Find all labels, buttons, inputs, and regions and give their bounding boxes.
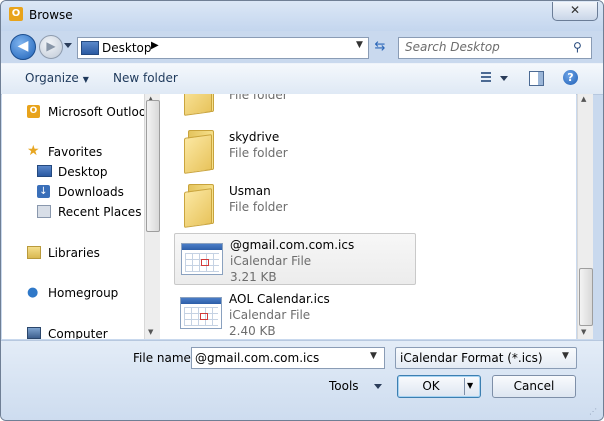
search-input[interactable] bbox=[405, 40, 565, 54]
chevron-down-icon: ▼ bbox=[562, 351, 569, 361]
arrow-right-icon: ▶ bbox=[46, 39, 56, 53]
star-icon: ★ bbox=[27, 143, 40, 159]
folder-icon bbox=[184, 184, 218, 228]
breadcrumb-chevron-icon[interactable]: ▶ bbox=[151, 40, 159, 51]
file-type: iCalendar File bbox=[230, 254, 312, 268]
search-icon[interactable]: ⚲ bbox=[573, 40, 582, 54]
navigation-bar: ◀ ▶ Desktop ▶ ▼ ⇆ ⚲ bbox=[1, 31, 603, 61]
split-divider bbox=[464, 378, 465, 395]
sidebar-item-label: Downloads bbox=[58, 185, 124, 199]
new-folder-button[interactable]: New folder bbox=[113, 71, 178, 85]
file-type: File folder bbox=[229, 200, 288, 214]
refresh-icon: ⇆ bbox=[374, 39, 386, 54]
chevron-down-icon: ▼ bbox=[82, 75, 89, 84]
dialog-footer: File name: ▼ iCalendar Format (*.ics) ▼ … bbox=[1, 340, 603, 420]
file-name-combobox[interactable]: ▼ bbox=[191, 347, 385, 369]
sidebar-item-label: Microsoft Outlook bbox=[48, 105, 144, 119]
organize-label: Organize bbox=[25, 71, 79, 85]
resize-grip-icon[interactable]: ⋰ bbox=[589, 407, 597, 416]
tools-dropdown-icon[interactable] bbox=[374, 384, 382, 389]
file-size: 3.21 KB bbox=[230, 270, 277, 284]
list-item[interactable]: skydrive File folder bbox=[174, 126, 414, 176]
list-item[interactable]: Usman File folder bbox=[174, 180, 414, 230]
sidebar-item-label: Homegroup bbox=[48, 286, 119, 300]
sidebar-item-label: Computer bbox=[48, 327, 108, 339]
folder-icon bbox=[184, 94, 218, 116]
list-item-selected[interactable]: @gmail.com.com.ics iCalendar File 3.21 K… bbox=[174, 233, 416, 285]
homegroup-icon: ● bbox=[27, 285, 39, 300]
tools-button[interactable]: Tools bbox=[329, 379, 359, 393]
browse-dialog: O Browse ✕ ◀ ▶ Desktop ▶ ▼ ⇆ ⚲ Organize▼… bbox=[0, 0, 604, 421]
libraries-icon bbox=[27, 246, 41, 259]
sidebar-item-label: Libraries bbox=[48, 246, 100, 260]
forward-button[interactable]: ▶ bbox=[39, 35, 63, 59]
file-type-filter-value: iCalendar Format (*.ics) bbox=[400, 351, 543, 365]
file-type: iCalendar File bbox=[229, 308, 311, 322]
arrow-left-icon: ◀ bbox=[17, 38, 29, 54]
organize-button[interactable]: Organize ▼ bbox=[25, 71, 89, 85]
file-type-filter-select[interactable]: iCalendar Format (*.ics) ▼ bbox=[395, 347, 577, 369]
list-item[interactable]: File folder bbox=[174, 94, 414, 118]
address-breadcrumb-desktop[interactable]: Desktop bbox=[102, 41, 152, 55]
sidebar-item-label: Desktop bbox=[58, 165, 108, 179]
file-size: 2.40 KB bbox=[229, 324, 276, 338]
recent-pages-dropdown[interactable] bbox=[64, 43, 72, 48]
close-button[interactable]: ✕ bbox=[552, 2, 598, 21]
sidebar-item-label: Favorites bbox=[48, 145, 103, 159]
address-bar[interactable]: Desktop ▶ ▼ bbox=[77, 37, 369, 59]
change-view-icon[interactable] bbox=[476, 70, 492, 86]
outlook-icon: O bbox=[27, 105, 40, 118]
ok-label: OK bbox=[422, 379, 440, 393]
scrollbar-thumb[interactable] bbox=[146, 100, 160, 232]
title-bar: O Browse ✕ bbox=[1, 1, 603, 31]
desktop-icon bbox=[37, 165, 52, 177]
view-options-dropdown[interactable] bbox=[500, 76, 508, 81]
back-button[interactable]: ◀ bbox=[10, 34, 36, 60]
outlook-app-icon: O bbox=[9, 7, 23, 21]
navigation-pane: O Microsoft Outlook ★ Favorites Desktop … bbox=[2, 94, 144, 339]
calendar-file-icon bbox=[180, 297, 222, 329]
downloads-icon: ↓ bbox=[37, 185, 50, 198]
desktop-icon bbox=[81, 41, 99, 55]
computer-icon bbox=[27, 327, 41, 339]
calendar-file-icon bbox=[181, 243, 223, 275]
preview-pane-icon[interactable] bbox=[529, 71, 544, 86]
list-item[interactable]: AOL Calendar.ics iCalendar File 2.40 KB bbox=[174, 288, 414, 338]
search-box[interactable]: ⚲ bbox=[398, 37, 592, 59]
help-button[interactable]: ? bbox=[563, 70, 578, 85]
chevron-down-icon[interactable]: ▼ bbox=[370, 351, 377, 361]
scroll-up-icon[interactable]: ▲ bbox=[581, 95, 586, 103]
file-type: File folder bbox=[229, 94, 288, 102]
navigation-pane-scrollbar[interactable]: ▲ ▼ bbox=[144, 94, 160, 339]
file-name-input[interactable] bbox=[195, 350, 365, 365]
cancel-button[interactable]: Cancel bbox=[492, 375, 576, 398]
file-name: Usman bbox=[229, 184, 271, 198]
scrollbar-thumb[interactable] bbox=[579, 268, 593, 326]
refresh-button[interactable]: ⇆ bbox=[370, 37, 390, 57]
file-name: skydrive bbox=[229, 130, 280, 144]
scroll-down-icon[interactable]: ▼ bbox=[581, 328, 586, 336]
file-list: File folder skydrive File folder Usman F… bbox=[160, 94, 576, 339]
sidebar-item-label: Recent Places bbox=[58, 205, 142, 219]
file-type: File folder bbox=[229, 146, 288, 160]
chevron-down-icon[interactable]: ▼ bbox=[467, 376, 473, 396]
ok-button[interactable]: OK ▼ bbox=[397, 375, 481, 398]
file-list-scrollbar[interactable]: ▲ ▼ bbox=[577, 94, 593, 339]
file-name: AOL Calendar.ics bbox=[229, 292, 330, 306]
address-dropdown-icon[interactable]: ▼ bbox=[356, 40, 363, 50]
window-title: Browse bbox=[29, 8, 73, 22]
file-name: @gmail.com.com.ics bbox=[230, 238, 355, 252]
scroll-down-icon[interactable]: ▼ bbox=[148, 328, 153, 336]
folder-icon bbox=[184, 130, 218, 174]
recent-places-icon bbox=[37, 205, 51, 218]
command-bar: Organize ▼ New folder ? bbox=[1, 63, 603, 95]
file-name-label: File name: bbox=[133, 351, 195, 365]
